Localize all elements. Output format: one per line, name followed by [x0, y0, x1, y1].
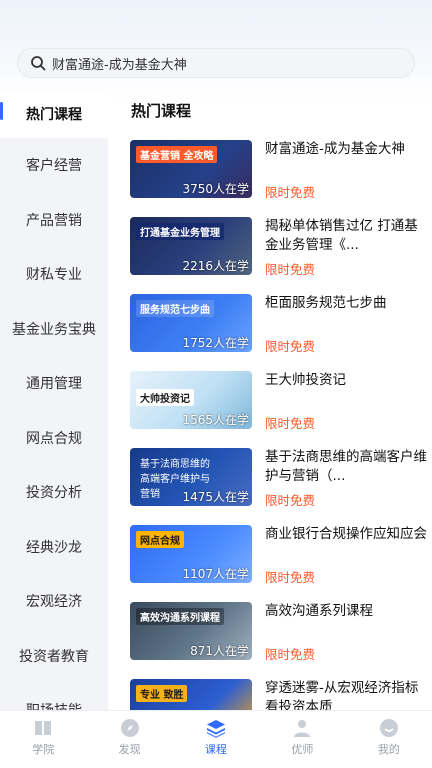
course-title: 基于法商思维的高端客户维护与营销（... — [265, 449, 427, 484]
sidebar-item-branch-compliance[interactable]: 网点合规 — [0, 410, 108, 465]
course-title: 王大帅投资记 — [265, 372, 346, 388]
course-item[interactable]: 打通基金业务管理 2216人在学 揭秘单体销售过亿 打通基金业务管理《... 限… — [130, 217, 430, 277]
course-item[interactable]: 基金营销 全攻略 3750人在学 财富通途-成为基金大神 限时免费 — [130, 140, 430, 200]
search-input[interactable]: 财富通途-成为基金大神 — [52, 54, 187, 73]
course-title: 穿透迷雾-从宏观经济指标看投资本质 — [265, 680, 419, 710]
course-item[interactable]: 专业 致胜 穿透迷雾-从宏观经济指标看投资本质 — [130, 679, 430, 710]
tab-label: 优师 — [291, 743, 314, 756]
compass-icon — [120, 719, 139, 737]
layers-icon — [207, 720, 226, 738]
learner-count: 1475人在学 — [182, 490, 249, 504]
sidebar-item-private-wealth[interactable]: 财私专业 — [0, 247, 108, 302]
thumbnail-text: 服务规范七步曲 — [136, 300, 214, 317]
course-thumbnail: 专业 致胜 — [130, 679, 252, 710]
sidebar-item-classic-salon[interactable]: 经典沙龙 — [0, 519, 108, 574]
course-thumbnail: 服务规范七步曲 1752人在学 — [130, 294, 252, 352]
tab-label: 学院 — [32, 743, 55, 756]
course-thumbnail: 网点合规 1107人在学 — [130, 525, 252, 583]
tab-label: 我的 — [377, 743, 400, 756]
search-icon — [31, 56, 46, 71]
course-title: 柜面服务规范七步曲 — [265, 295, 387, 311]
learner-count: 2216人在学 — [182, 259, 249, 273]
sidebar-item-general-management[interactable]: 通用管理 — [0, 356, 108, 411]
course-item[interactable]: 高效沟通系列课程 871人在学 高效沟通系列课程 限时免费 — [130, 602, 430, 662]
bottom-tab-bar: 学院 发现 课程 优师 我的 — [0, 710, 432, 768]
course-thumbnail: 高效沟通系列课程 871人在学 — [130, 602, 252, 660]
category-sidebar: 热门课程 客户经营 产品营销 财私专业 基金业务宝典 通用管理 网点合规 投资分… — [0, 90, 108, 710]
course-thumbnail: 基金营销 全攻略 3750人在学 — [130, 140, 252, 198]
learner-count: 871人在学 — [190, 644, 249, 658]
thumbnail-text: 打通基金业务管理 — [136, 223, 224, 240]
course-item[interactable]: 服务规范七步曲 1752人在学 柜面服务规范七步曲 限时免费 — [130, 294, 430, 354]
free-badge: 限时免费 — [265, 570, 316, 585]
course-title: 高效沟通系列课程 — [265, 603, 373, 619]
course-thumbnail: 基于法商思维的高端客户维护与营销 1475人在学 — [130, 448, 252, 506]
search-bar[interactable]: 财富通途-成为基金大神 — [17, 48, 415, 78]
thumbnail-text: 高效沟通系列课程 — [136, 608, 224, 625]
tab-teachers[interactable]: 优师 — [259, 711, 345, 768]
thumbnail-text: 专业 致胜 — [136, 685, 188, 702]
free-badge: 限时免费 — [265, 416, 316, 431]
sidebar-item-investor-education[interactable]: 投资者教育 — [0, 628, 108, 683]
sidebar-item-fund-handbook[interactable]: 基金业务宝典 — [0, 301, 108, 356]
course-thumbnail: 打通基金业务管理 2216人在学 — [130, 217, 252, 275]
sidebar-item-product-marketing[interactable]: 产品营销 — [0, 192, 108, 247]
course-thumbnail: 大帅投资记 1565人在学 — [130, 371, 252, 429]
free-badge: 限时免费 — [265, 185, 316, 200]
tab-label: 课程 — [205, 743, 228, 756]
tab-academy[interactable]: 学院 — [0, 711, 86, 768]
free-badge: 限时免费 — [265, 647, 316, 662]
tab-label: 发现 — [118, 743, 141, 756]
free-badge: 限时免费 — [265, 339, 316, 354]
tab-mine[interactable]: 我的 — [346, 711, 432, 768]
course-title: 揭秘单体销售过亿 打通基金业务管理《... — [265, 218, 418, 253]
learner-count: 1752人在学 — [182, 336, 249, 350]
course-title: 财富通途-成为基金大神 — [265, 141, 405, 157]
sidebar-item-macro-economy[interactable]: 宏观经济 — [0, 574, 108, 629]
profile-icon — [379, 719, 398, 737]
course-item[interactable]: 大帅投资记 1565人在学 王大帅投资记 限时免费 — [130, 371, 430, 431]
learner-count: 1107人在学 — [182, 567, 249, 581]
sidebar-item-workplace-skills[interactable]: 职场技能 — [0, 683, 108, 710]
teacher-icon — [294, 720, 311, 737]
sidebar-item-investment-analysis[interactable]: 投资分析 — [0, 465, 108, 520]
free-badge: 限时免费 — [265, 493, 316, 508]
book-icon — [35, 721, 52, 735]
sidebar-item-customer[interactable]: 客户经营 — [0, 138, 108, 193]
section-title: 热门课程 — [131, 102, 192, 120]
thumbnail-text: 网点合规 — [136, 531, 184, 548]
thumbnail-text: 大帅投资记 — [136, 389, 194, 406]
sidebar-item-hot-courses[interactable]: 热门课程 — [0, 90, 108, 138]
course-item[interactable]: 基于法商思维的高端客户维护与营销 1475人在学 基于法商思维的高端客户维护与营… — [130, 448, 430, 508]
tab-discover[interactable]: 发现 — [86, 711, 172, 768]
course-item[interactable]: 网点合规 1107人在学 商业银行合规操作应知应会 限时免费 — [130, 525, 430, 585]
course-title: 商业银行合规操作应知应会 — [265, 526, 427, 542]
tab-courses[interactable]: 课程 — [173, 711, 259, 768]
learner-count: 1565人在学 — [182, 413, 249, 427]
free-badge: 限时免费 — [265, 262, 316, 277]
thumbnail-text: 基金营销 全攻略 — [136, 146, 218, 163]
course-list-panel: 热门课程 基金营销 全攻略 3750人在学 财富通途-成为基金大神 限时免费 打… — [108, 90, 432, 710]
learner-count: 3750人在学 — [182, 182, 249, 196]
